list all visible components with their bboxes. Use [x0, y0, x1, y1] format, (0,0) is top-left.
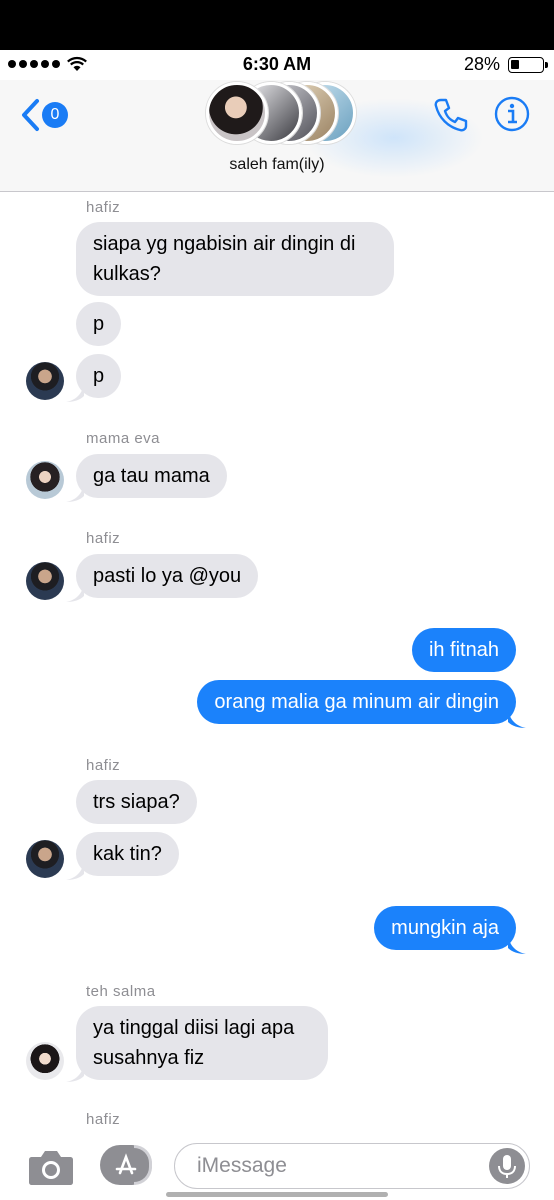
message-text: ya tinggal diisi lagi apa [93, 1017, 295, 1039]
bubble-tail [508, 710, 526, 728]
bubble-tail [66, 484, 84, 502]
sender-avatar[interactable] [26, 1042, 64, 1080]
sender-avatar[interactable] [26, 840, 64, 878]
status-bar: 6:30 AM 28% [0, 50, 554, 80]
message-text: mungkin aja [391, 917, 499, 939]
imessage-input[interactable]: iMessage [174, 1143, 530, 1189]
message-text: trs siapa? [93, 791, 180, 813]
bubble-tail [66, 862, 84, 880]
message-text: ih fitnah [428, 639, 499, 661]
group-avatars[interactable] [206, 80, 356, 144]
incoming-message-bubble[interactable]: ya tinggal diisi lagi apa susahnya fiz [76, 1006, 328, 1080]
sender-avatar[interactable] [26, 362, 64, 400]
member-avatar [206, 82, 268, 144]
input-placeholder: iMessage [197, 1154, 287, 1177]
message-text: susahnya fiz [93, 1047, 205, 1069]
bubble-tail [66, 384, 84, 402]
unread-count-badge[interactable]: 0 [42, 102, 68, 128]
message-text: kulkas? [93, 263, 161, 285]
message-text: orang malia ga minum air dingin [214, 691, 499, 713]
incoming-message-bubble[interactable]: siapa yg ngabisin air dingin di kulkas? [76, 222, 394, 296]
sender-avatar[interactable] [26, 461, 64, 499]
back-chevron-icon[interactable] [20, 98, 40, 132]
sender-name: mama eva [86, 430, 161, 447]
outgoing-message-bubble[interactable]: ih fitnah [411, 628, 516, 672]
incoming-message-bubble[interactable]: ga tau mama [76, 454, 227, 498]
message-composer: iMessage [0, 1134, 554, 1200]
message-text: siapa yg ngabisin air dingin di [93, 233, 356, 255]
bubble-tail [66, 1064, 84, 1082]
sender-avatar[interactable] [26, 562, 64, 600]
message-text: p [93, 365, 105, 387]
incoming-message-bubble[interactable]: trs siapa? [76, 780, 197, 824]
conversation-header: 0 saleh fam(ily) [0, 80, 554, 192]
message-text: kak tin? [93, 843, 162, 865]
incoming-message-bubble[interactable]: kak tin? [76, 832, 179, 876]
battery-icon [508, 57, 548, 73]
phone-icon[interactable] [432, 96, 470, 134]
info-icon[interactable] [494, 96, 530, 132]
top-black-bar [0, 0, 554, 50]
sender-name: hafiz [86, 757, 121, 774]
sender-name: hafiz [86, 1111, 121, 1128]
sender-name: hafiz [86, 530, 121, 547]
microphone-icon[interactable] [489, 1148, 525, 1184]
outgoing-message-bubble[interactable]: mungkin aja [374, 906, 516, 950]
bubble-tail [508, 936, 526, 954]
battery-percentage: 28% [463, 54, 500, 74]
bubble-tail [66, 584, 84, 602]
home-indicator[interactable] [166, 1192, 388, 1197]
message-text: ga tau mama [93, 465, 210, 487]
outgoing-message-bubble[interactable]: orang malia ga minum air dingin [197, 680, 516, 724]
camera-icon[interactable] [28, 1148, 74, 1186]
incoming-message-bubble[interactable]: p [76, 302, 122, 346]
group-name[interactable]: saleh fam(ily) [0, 156, 554, 174]
incoming-message-bubble[interactable]: pasti lo ya @you [76, 554, 259, 598]
sender-name: teh salma [86, 983, 156, 1000]
message-text: pasti lo ya @you [93, 565, 242, 587]
message-text: p [93, 313, 105, 335]
sender-name: hafiz [86, 199, 121, 216]
battery-fill [511, 60, 519, 69]
